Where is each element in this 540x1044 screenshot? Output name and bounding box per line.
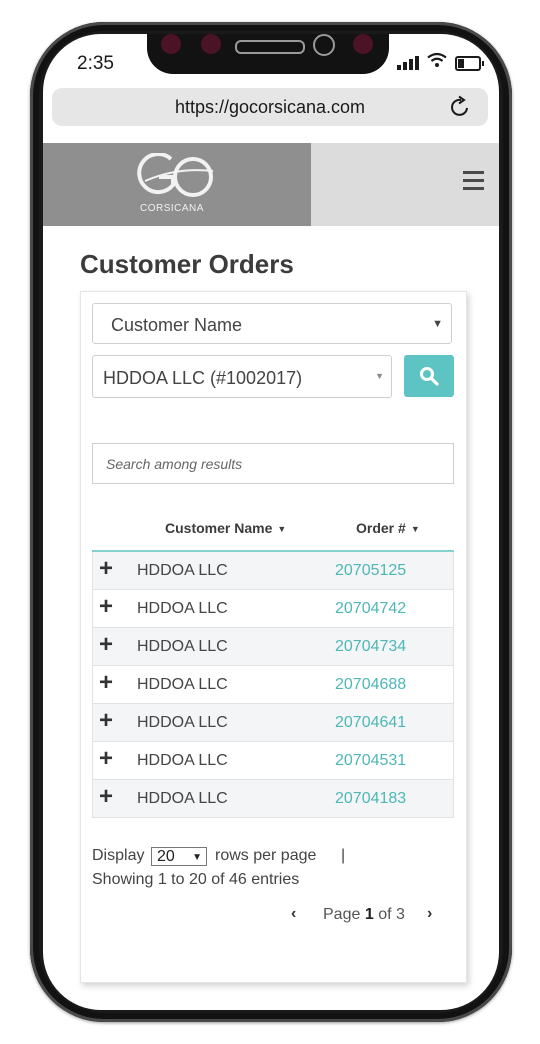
search-button[interactable] [404, 355, 454, 397]
sort-down-icon: ▼ [410, 524, 420, 534]
display-label: Display [92, 847, 145, 864]
reload-icon[interactable] [448, 95, 472, 119]
order-number-link[interactable]: 20704641 [335, 714, 406, 732]
customer-name-cell: HDDOA LLC [137, 638, 228, 655]
results-search-input[interactable] [92, 443, 454, 484]
page-indicator: Page 1 of 3 [323, 906, 405, 924]
expand-row-icon[interactable]: + [99, 785, 113, 809]
table-row: + HDDOA LLC 20704531 [92, 742, 454, 780]
search-icon [420, 367, 439, 386]
current-page: 1 [364, 906, 374, 923]
page-title: Customer Orders [80, 249, 294, 279]
sensor-dot [201, 34, 221, 54]
order-number-link[interactable]: 20704183 [335, 790, 406, 808]
url-text: https://gocorsicana.com [174, 97, 366, 117]
table-row: + HDDOA LLC 20704734 [92, 628, 454, 666]
customer-select[interactable]: HDDOA LLC (#1002017) ▼ [92, 355, 392, 398]
orders-panel: Customer Name ▼ HDDOA LLC (#1002017) ▼ C… [80, 291, 467, 983]
customer-name-cell: HDDOA LLC [137, 676, 228, 693]
chevron-down-icon: ▼ [192, 852, 202, 863]
chevron-down-icon: ▼ [432, 318, 443, 330]
chevron-down-icon: ▼ [375, 371, 384, 381]
expand-row-icon[interactable]: + [99, 595, 113, 619]
expand-row-icon[interactable]: + [99, 709, 113, 733]
table-row: + HDDOA LLC 20705125 [92, 552, 454, 590]
phone-notch [147, 34, 389, 74]
menu-icon[interactable] [463, 171, 484, 193]
field-select[interactable]: Customer Name ▼ [92, 303, 452, 344]
sort-down-icon: ▼ [277, 524, 287, 534]
order-number-link[interactable]: 20704688 [335, 676, 406, 694]
go-logo-icon [137, 153, 214, 197]
customer-select-value: HDDOA LLC (#1002017) [103, 368, 303, 388]
site-header: CORSICANA [43, 143, 499, 226]
wifi-icon [427, 52, 447, 67]
expand-row-icon[interactable]: + [99, 633, 113, 657]
orders-table: + HDDOA LLC 20705125 + HDDOA LLC 2070474… [92, 550, 454, 818]
table-row: + HDDOA LLC 20704742 [92, 590, 454, 628]
logo-text: CORSICANA [140, 203, 204, 214]
sensor-dot [161, 34, 181, 54]
rows-per-page-label: rows per page [215, 847, 317, 864]
rows-per-page-select[interactable]: 20 ▼ [151, 847, 207, 866]
column-header-order-number[interactable]: Order # ▼ [356, 520, 420, 536]
expand-row-icon[interactable]: + [99, 671, 113, 695]
order-number-link[interactable]: 20704742 [335, 600, 406, 618]
order-number-link[interactable]: 20704531 [335, 752, 406, 770]
page-total: of 3 [378, 906, 405, 923]
order-number-link[interactable]: 20704734 [335, 638, 406, 656]
customer-name-cell: HDDOA LLC [137, 714, 228, 731]
address-bar[interactable]: https://gocorsicana.com [52, 88, 488, 126]
page-label: Page [323, 906, 361, 923]
customer-name-cell: HDDOA LLC [137, 752, 228, 769]
column-header-label: Order # [356, 520, 406, 536]
field-select-value: Customer Name [111, 315, 243, 335]
front-camera [313, 34, 335, 56]
status-time: 2:35 [77, 53, 114, 74]
signal-icon [397, 56, 423, 70]
speaker-grille [235, 40, 305, 54]
order-number-link[interactable]: 20705125 [335, 562, 406, 580]
column-header-label: Customer Name [165, 520, 273, 536]
next-page-icon[interactable]: › [427, 905, 432, 923]
expand-row-icon[interactable]: + [99, 557, 113, 581]
phone-screen: 2:35 https://gocorsicana.com CORSICANA C… [43, 34, 499, 1010]
customer-name-cell: HDDOA LLC [137, 600, 228, 617]
rows-per-page-value: 20 [157, 848, 175, 865]
battery-icon [455, 56, 484, 71]
table-row: + HDDOA LLC 20704641 [92, 704, 454, 742]
sensor-dot [353, 34, 373, 54]
customer-name-cell: HDDOA LLC [137, 790, 228, 807]
logo[interactable]: CORSICANA [43, 143, 311, 226]
column-header-customer-name[interactable]: Customer Name ▼ [165, 520, 286, 536]
separator: | [341, 847, 346, 864]
table-row: + HDDOA LLC 20704688 [92, 666, 454, 704]
previous-page-icon[interactable]: ‹ [291, 905, 296, 923]
customer-name-cell: HDDOA LLC [137, 562, 228, 579]
entries-summary: Showing 1 to 20 of 46 entries [92, 871, 300, 888]
expand-row-icon[interactable]: + [99, 747, 113, 771]
table-row: + HDDOA LLC 20704183 [92, 780, 454, 818]
